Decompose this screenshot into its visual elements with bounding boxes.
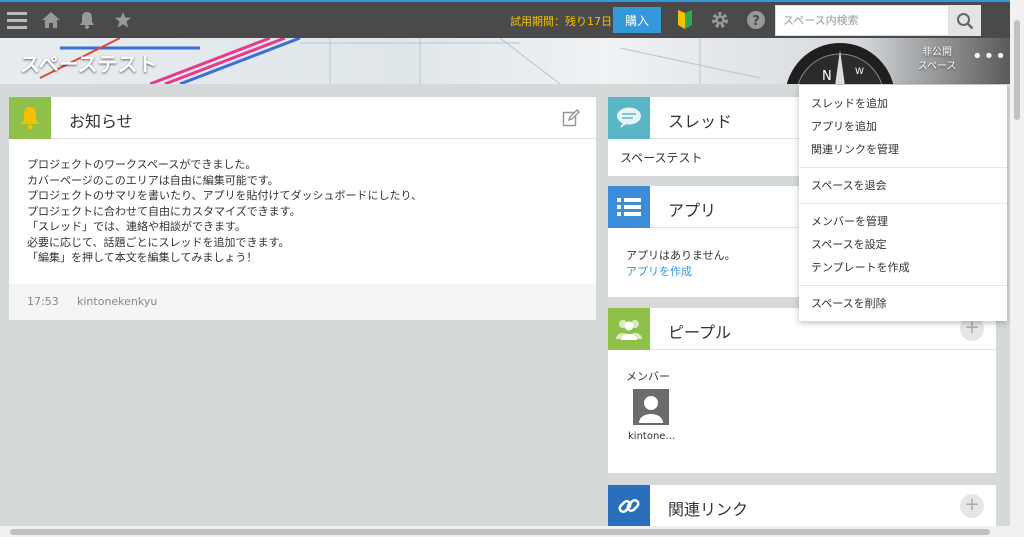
menu-item-space-settings[interactable]: スペースを設定 xyxy=(811,236,887,252)
notice-footer: 17:53 kintonekenkyu xyxy=(9,284,596,320)
menu-item-add-app[interactable]: アプリを追加 xyxy=(811,118,877,134)
private-label-line2: スペース xyxy=(917,61,957,72)
menu-divider xyxy=(799,285,1007,286)
space-title: スペーステスト xyxy=(20,52,158,76)
member-name[interactable]: kintone… xyxy=(628,431,675,442)
related-links-header: 関連リンク + xyxy=(608,485,996,527)
notice-line: 「編集」を押して本文を編集してみましょう！ xyxy=(27,251,258,264)
people-title: ピープル xyxy=(668,323,732,342)
menu-item-delete-space[interactable]: スペースを削除 xyxy=(811,295,887,311)
private-space-label: 非公開 スペース xyxy=(915,46,959,74)
space-cover: N W スペーステスト 非公開 スペース ••• xyxy=(0,38,1010,84)
bell-icon[interactable] xyxy=(76,9,98,31)
menu-divider xyxy=(799,167,1007,168)
trial-period-text: 試用期間：残り17日 xyxy=(510,15,612,28)
thread-title: スレッド xyxy=(668,112,733,131)
notice-body: プロジェクトのワークスペースができました。 カバーページのこのエリアは自由に編集… xyxy=(27,157,422,266)
home-icon[interactable] xyxy=(40,9,62,31)
notice-panel: お知らせ プロジェクトのワークスペースができました。 カバーページのこのエリアは… xyxy=(9,97,596,320)
vertical-scrollbar-thumb[interactable] xyxy=(1014,20,1020,120)
hamburger-icon[interactable] xyxy=(6,9,28,31)
more-options-button[interactable]: ••• xyxy=(972,48,1006,70)
notice-time: 17:53 xyxy=(27,295,59,308)
thread-item[interactable]: スペーステスト xyxy=(620,149,703,166)
people-icon xyxy=(608,308,650,350)
svg-text:N: N xyxy=(822,69,832,84)
members-section-label: メンバー xyxy=(626,370,670,383)
top-bar: 試用期間：残り17日 購入 ? xyxy=(0,0,1010,38)
svg-text:W: W xyxy=(855,67,864,77)
notice-line: プロジェクトのワークスペースができました。 xyxy=(27,158,257,171)
link-icon xyxy=(608,485,650,527)
app-title: アプリ xyxy=(668,201,717,220)
search-button[interactable] xyxy=(949,5,981,36)
menu-item-manage-members[interactable]: メンバーを管理 xyxy=(811,213,888,229)
gear-icon[interactable] xyxy=(709,9,731,31)
notice-line: カバーページのこのエリアは自由に編集可能です。 xyxy=(27,173,279,187)
no-apps-text: アプリはありません。 xyxy=(626,249,736,262)
app-list-icon xyxy=(608,186,650,228)
horizontal-scrollbar-thumb[interactable] xyxy=(10,529,990,535)
people-panel: ピープル + メンバー kintone… xyxy=(608,308,996,473)
notice-line: プロジェクトに合わせて自由にカスタマイズできます。 xyxy=(27,204,301,218)
notice-line: 「スレッド」では、連絡や相談ができます。 xyxy=(27,220,246,233)
space-options-menu: スレッドを追加 アプリを追加 関連リンクを管理 スペースを退会 メンバーを管理 … xyxy=(799,85,1007,321)
search-icon xyxy=(957,12,974,29)
speech-bubble-icon xyxy=(608,97,650,139)
private-label-line1: 非公開 xyxy=(922,47,952,58)
related-links-title: 関連リンク xyxy=(668,500,749,519)
menu-item-leave-space[interactable]: スペースを退会 xyxy=(811,177,887,193)
help-icon[interactable]: ? xyxy=(745,9,767,31)
add-link-button[interactable]: + xyxy=(960,494,984,518)
bell-icon xyxy=(9,97,51,139)
menu-item-manage-links[interactable]: 関連リンクを管理 xyxy=(811,141,899,157)
beginner-mark-icon[interactable] xyxy=(674,9,696,31)
star-icon[interactable] xyxy=(112,9,134,31)
notice-header: お知らせ xyxy=(9,97,596,139)
svg-text:?: ? xyxy=(752,14,760,29)
menu-item-add-thread[interactable]: スレッドを追加 xyxy=(811,95,888,111)
notice-user[interactable]: kintonekenkyu xyxy=(77,295,157,308)
menu-divider xyxy=(799,203,1007,204)
menu-item-create-template[interactable]: テンプレートを作成 xyxy=(811,259,910,275)
space-search-input[interactable] xyxy=(775,5,949,36)
notice-line: 必要に応じて、話題ごとにスレッドを追加できます。 xyxy=(27,235,290,249)
buy-button[interactable]: 購入 xyxy=(613,7,661,33)
notice-line: プロジェクトのサマリを書いたり、アプリを貼付けてダッシュボードにしたり、 xyxy=(27,189,423,202)
related-links-panel: 関連リンク + xyxy=(608,485,996,530)
avatar[interactable] xyxy=(633,389,669,425)
notice-title: お知らせ xyxy=(69,112,133,131)
create-app-link[interactable]: アプリを作成 xyxy=(626,263,692,279)
edit-icon[interactable] xyxy=(562,108,581,127)
